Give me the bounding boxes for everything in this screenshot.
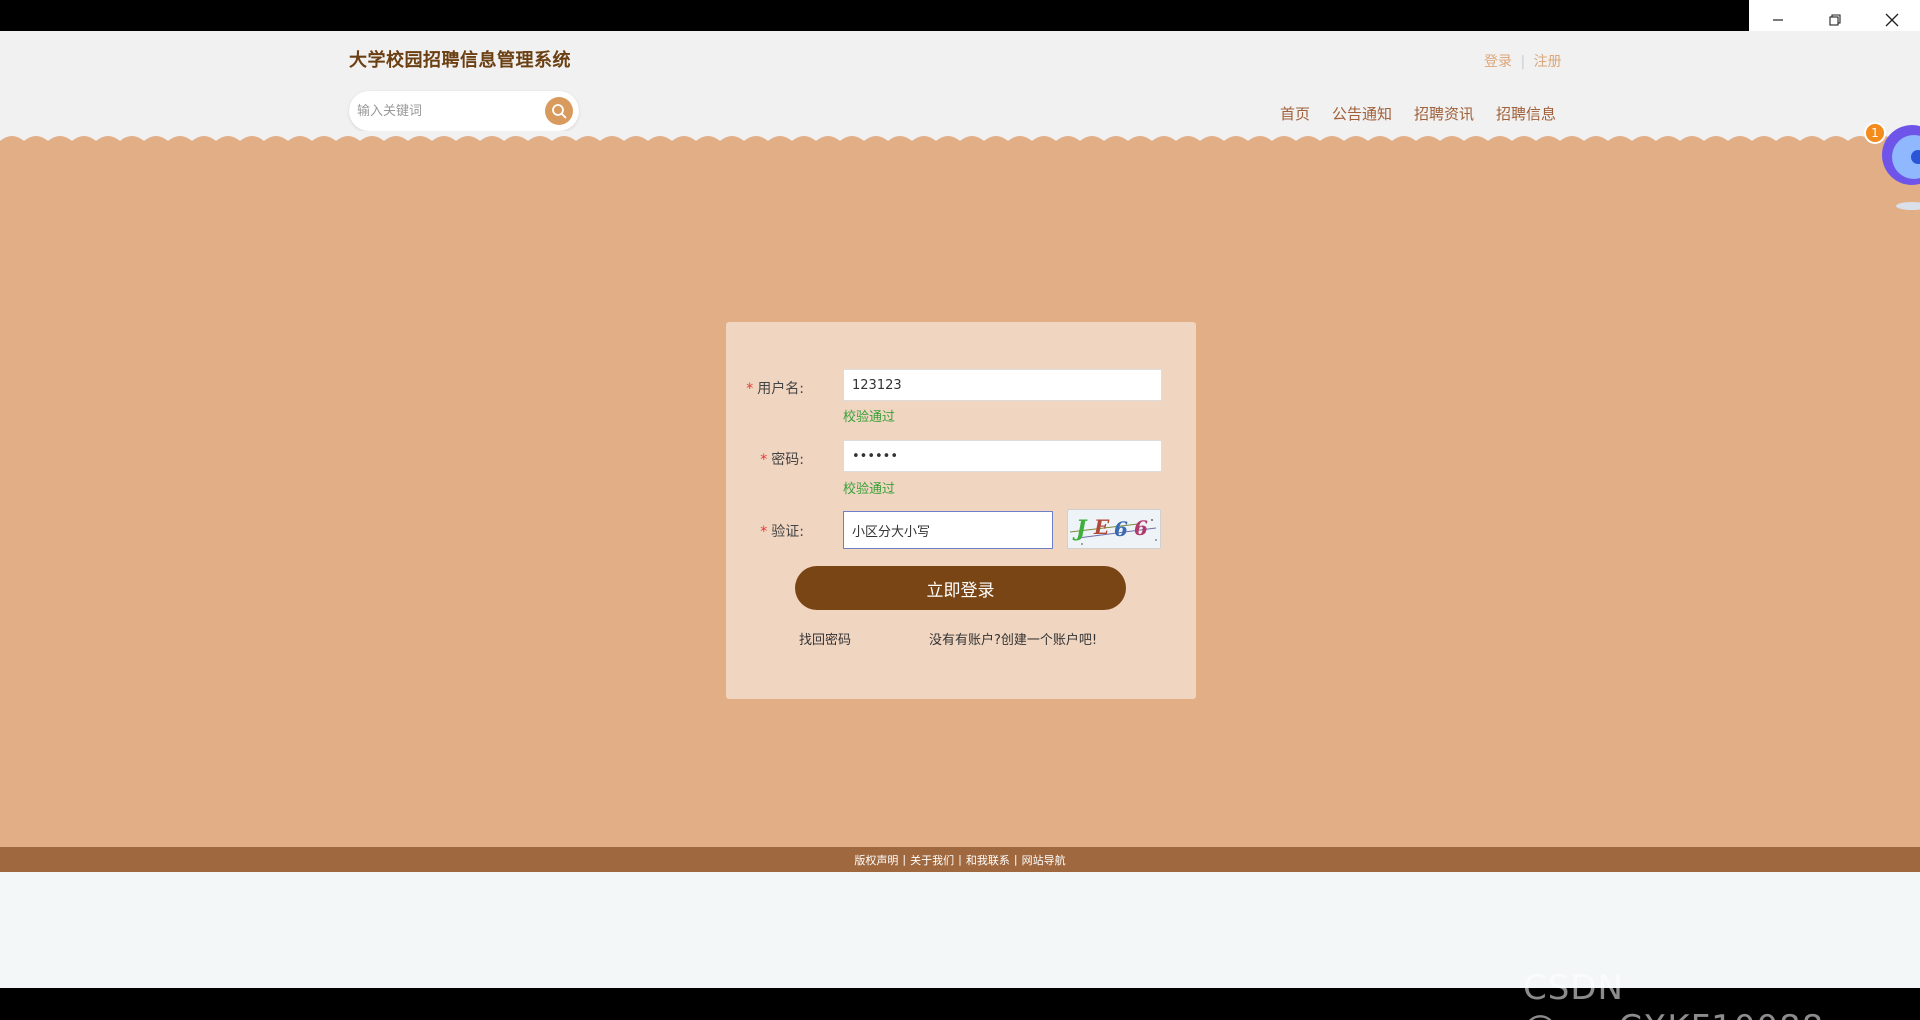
wave-divider: [0, 131, 1920, 151]
search-box: [349, 91, 579, 131]
site-title: 大学校园招聘信息管理系统: [349, 50, 571, 71]
captcha-char-2: E: [1093, 515, 1110, 539]
login-card: *用户名: 校验通过 *密码: 校验通过 *验证: J E 6 6 立即登录 找…: [726, 322, 1196, 699]
footer-bar: 版权声明 | 关于我们 | 和我联系 | 网站导航: [0, 847, 1920, 872]
search-input[interactable]: [357, 99, 537, 123]
auth-links: 登录 | 注册: [1484, 51, 1562, 71]
forgot-password-link[interactable]: 找回密码: [799, 629, 851, 648]
header: 大学校园招聘信息管理系统 登录 | 注册 首页 公告通知 招聘资讯 招聘信息: [0, 31, 1920, 141]
footer-link-copyright[interactable]: 版权声明: [854, 852, 898, 868]
footer-separator: |: [902, 853, 907, 866]
search-icon: [552, 104, 567, 119]
captcha-field[interactable]: [843, 511, 1053, 549]
captcha-label: * 验证:: [760, 524, 804, 540]
register-top-link[interactable]: 注册: [1534, 51, 1562, 71]
footer-link-about[interactable]: 关于我们: [910, 852, 954, 868]
password-valid-message: 校验通过: [843, 482, 896, 497]
password-field[interactable]: [843, 440, 1162, 472]
login-link[interactable]: 登录: [1484, 51, 1512, 71]
username-label: * 用户名:: [746, 381, 804, 397]
password-label: * 密码:: [760, 452, 804, 468]
top-black-bar: [0, 0, 1920, 31]
required-mark: *: [760, 452, 768, 468]
create-account-link[interactable]: 没有有账户?创建一个账户吧!: [929, 629, 1097, 648]
footer-separator: |: [958, 853, 962, 866]
username-field[interactable]: [843, 369, 1162, 401]
username-valid-message: 校验通过: [843, 410, 896, 425]
footer-link-contact[interactable]: 和我联系: [966, 852, 1010, 868]
captcha-image[interactable]: J E 6 6: [1067, 509, 1161, 549]
nav-item-jobs[interactable]: 招聘信息: [1496, 103, 1556, 124]
notification-badge: 1: [1864, 122, 1886, 144]
nav-item-news[interactable]: 招聘资讯: [1414, 103, 1474, 124]
close-icon: [1885, 13, 1898, 27]
footer-link-sitemap[interactable]: 网站导航: [1022, 852, 1066, 868]
main-nav: 首页 公告通知 招聘资讯 招聘信息: [1280, 103, 1556, 124]
login-button[interactable]: 立即登录: [795, 566, 1126, 610]
minimize-icon: [1772, 19, 1783, 21]
auth-separator: |: [1520, 54, 1526, 70]
restore-icon: [1828, 14, 1841, 26]
search-button[interactable]: [545, 97, 573, 125]
nav-item-home[interactable]: 首页: [1280, 103, 1310, 124]
captcha-graphic: J E 6 6: [1069, 515, 1157, 545]
watermark: CSDN @vx_CXKF10088: [1523, 968, 1823, 1020]
captcha-char-3: 6: [1114, 517, 1128, 541]
captcha-char-4: 6: [1134, 516, 1148, 540]
required-mark: *: [760, 524, 768, 540]
required-mark: *: [746, 381, 754, 397]
nav-item-notices[interactable]: 公告通知: [1332, 103, 1392, 124]
footer-separator: |: [1013, 853, 1018, 866]
captcha-char-1: J: [1072, 516, 1088, 542]
